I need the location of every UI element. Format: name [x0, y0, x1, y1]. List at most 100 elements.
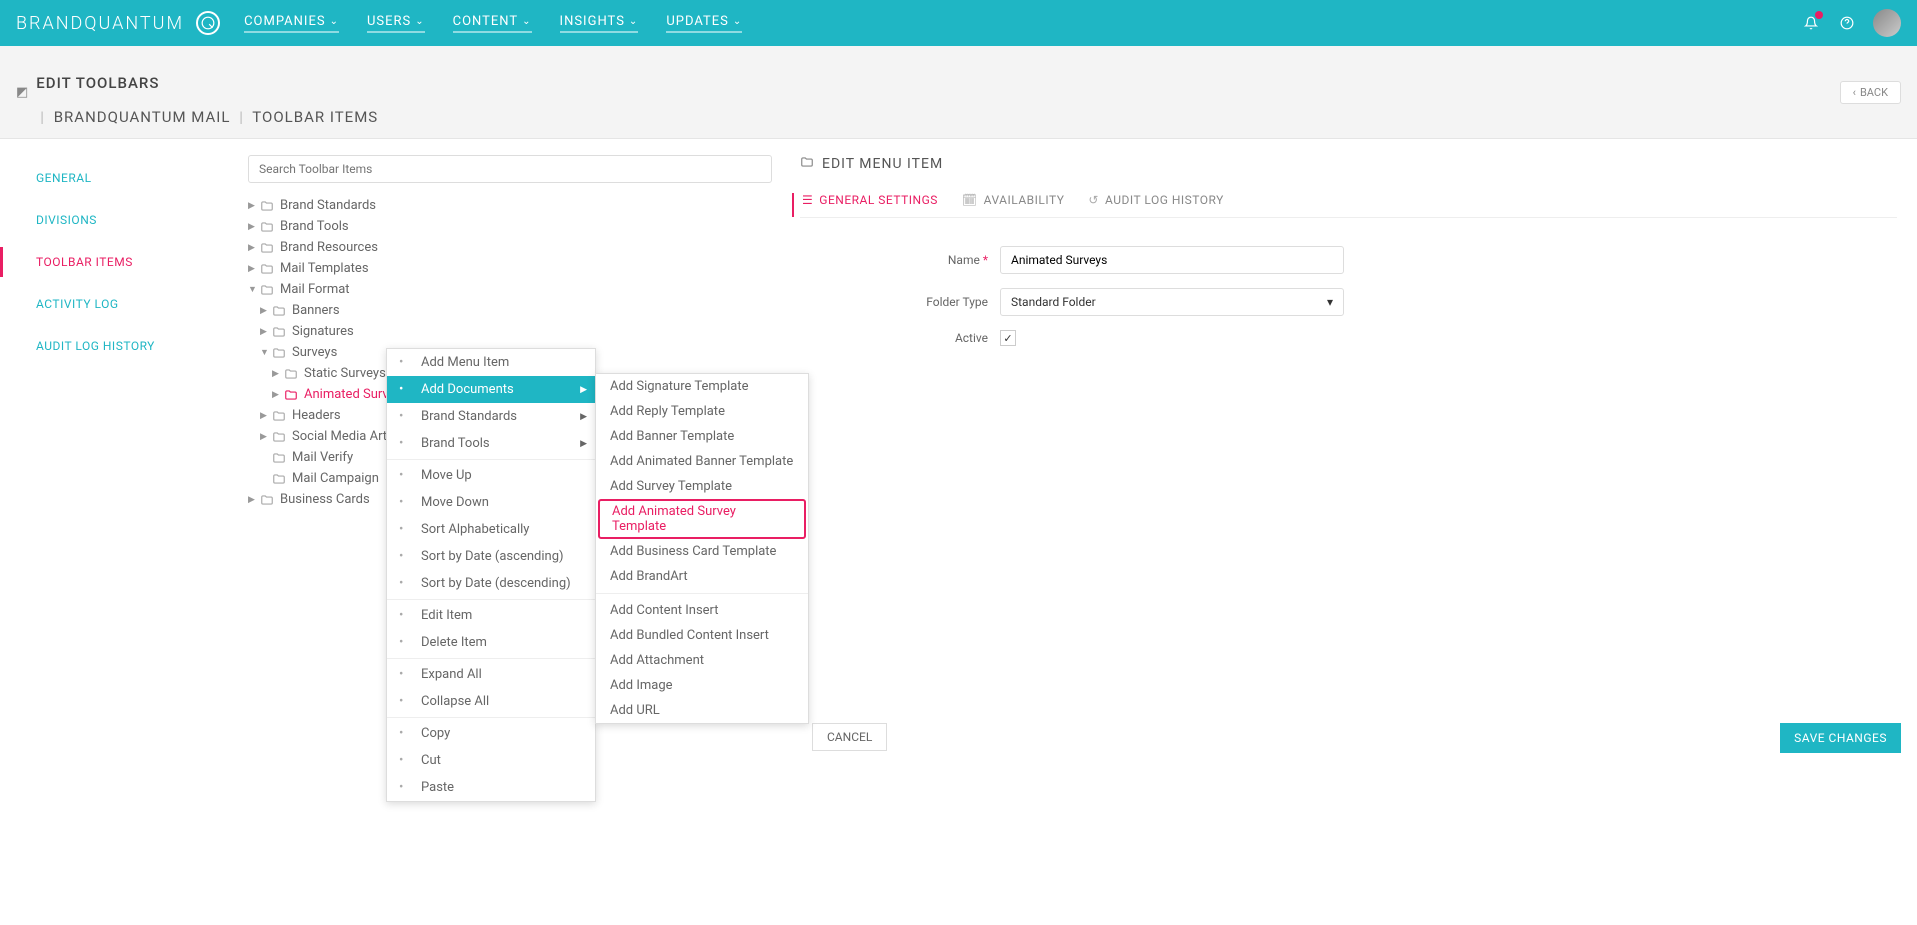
sort-icon: • — [399, 576, 413, 591]
context-menu-item[interactable]: •Collapse All — [387, 688, 595, 715]
context-menu-item[interactable]: •Paste — [387, 774, 595, 801]
avatar[interactable] — [1873, 9, 1901, 37]
tree-item[interactable]: ▶Banners — [248, 300, 772, 321]
chevron-down-icon: ⌄ — [415, 16, 424, 27]
submenu-item[interactable]: Add Image — [596, 673, 808, 698]
context-menu-item[interactable]: •Delete Item — [387, 629, 595, 656]
sort-icon: • — [399, 549, 413, 564]
tree-label: Mail Templates — [280, 261, 369, 276]
tabs: ☰GENERAL SETTINGS 🗓AVAILABILITY ↺AUDIT L… — [800, 193, 1897, 218]
help-icon[interactable] — [1837, 13, 1857, 33]
topnav-right — [1801, 9, 1901, 37]
tab-audit-log[interactable]: ↺AUDIT LOG HISTORY — [1088, 193, 1223, 217]
sidebar-audit-log[interactable]: AUDIT LOG HISTORY — [0, 331, 240, 361]
nav-updates[interactable]: UPDATES⌄ — [666, 14, 742, 33]
submenu-item[interactable]: Add Animated Survey Template — [598, 499, 806, 539]
tab-availability[interactable]: 🗓AVAILABILITY — [962, 193, 1065, 217]
calendar-icon: 🗓 — [962, 193, 978, 207]
context-menu-item[interactable]: •Add Menu Item — [387, 349, 595, 376]
folder-icon — [260, 241, 274, 255]
submenu-item[interactable]: Add Content Insert — [596, 598, 808, 623]
collapse-icon: • — [399, 694, 413, 709]
tree-item[interactable]: ▼Mail Format — [248, 279, 772, 300]
tree-label: Banners — [292, 303, 340, 318]
submenu-item[interactable]: Add URL — [596, 698, 808, 723]
sidebar-divisions[interactable]: DIVISIONS — [0, 205, 240, 235]
menu-icon: • — [399, 355, 413, 370]
context-menu-item[interactable]: •Move Up — [387, 462, 595, 489]
folder-icon — [260, 220, 274, 234]
name-label: Name * — [800, 253, 1000, 267]
context-menu-item[interactable]: •Brand Standards▶ — [387, 403, 595, 430]
search-input[interactable] — [248, 155, 772, 183]
submenu-item[interactable]: Add Animated Banner Template — [596, 449, 808, 474]
tree-item[interactable]: ▶Brand Tools — [248, 216, 772, 237]
tree-item[interactable]: ▶Signatures — [248, 321, 772, 342]
name-input[interactable] — [1000, 246, 1344, 274]
nav-companies[interactable]: COMPANIES⌄ — [244, 14, 339, 33]
form-row-active: Active ✓ — [800, 330, 1897, 346]
breadcrumb: EDIT TOOLBARS | BRANDQUANTUM MAIL | TOOL… — [36, 58, 378, 126]
context-menu-item[interactable]: •Edit Item — [387, 602, 595, 629]
context-menu-item[interactable]: •Expand All — [387, 661, 595, 688]
tree-label: Mail Verify — [292, 450, 353, 465]
caret-icon: ▶ — [248, 495, 260, 505]
folder-icon — [284, 367, 298, 381]
tree-label: Headers — [292, 408, 341, 423]
caret-icon: ▼ — [248, 284, 260, 295]
chevron-right-icon: ▶ — [580, 412, 587, 422]
chevron-down-icon: ▾ — [1327, 295, 1333, 309]
caret-icon: ▶ — [260, 411, 272, 421]
nav-users[interactable]: USERS⌄ — [367, 14, 425, 33]
submenu-item[interactable]: Add Bundled Content Insert — [596, 623, 808, 648]
notifications-icon[interactable] — [1801, 13, 1821, 33]
settings-icon: ☰ — [802, 193, 813, 207]
submenu-item[interactable]: Add Business Card Template — [596, 539, 808, 564]
tree-item[interactable]: ▶Brand Resources — [248, 237, 772, 258]
back-button[interactable]: ‹BACK — [1840, 81, 1901, 104]
context-menu-item[interactable]: •Sort by Date (ascending) — [387, 543, 595, 570]
save-button[interactable]: SAVE CHANGES — [1780, 723, 1901, 753]
folder-type-select[interactable]: Standard Folder▾ — [1000, 288, 1344, 316]
folder-icon — [272, 325, 286, 339]
tab-general-settings[interactable]: ☰GENERAL SETTINGS — [792, 193, 938, 217]
submenu-item[interactable]: Add Reply Template — [596, 399, 808, 424]
sidebar-general[interactable]: GENERAL — [0, 163, 240, 193]
up-icon: • — [399, 468, 413, 483]
submenu-item[interactable]: Add Banner Template — [596, 424, 808, 449]
form-row-folder: Folder Type Standard Folder▾ — [800, 288, 1897, 316]
tree-item[interactable]: ▶Brand Standards — [248, 195, 772, 216]
sidebar-toolbar-items[interactable]: TOOLBAR ITEMS — [0, 247, 240, 277]
submenu-item[interactable]: Add Signature Template — [596, 374, 808, 399]
nav-content[interactable]: CONTENT⌄ — [453, 14, 532, 33]
folder-icon — [284, 388, 298, 402]
sidebar-activity-log[interactable]: ACTIVITY LOG — [0, 289, 240, 319]
context-menu-item[interactable]: •Copy — [387, 720, 595, 747]
list-icon: • — [399, 409, 413, 424]
context-menu-item[interactable]: •Cut — [387, 747, 595, 774]
context-menu-item[interactable]: •Move Down — [387, 489, 595, 516]
chevron-down-icon: ⌄ — [522, 16, 531, 27]
submenu-item[interactable]: Add Survey Template — [596, 474, 808, 499]
main: GENERAL DIVISIONS TOOLBAR ITEMS ACTIVITY… — [0, 139, 1917, 526]
submenu-item[interactable]: Add BrandArt — [596, 564, 808, 589]
context-menu-item[interactable]: •Brand Tools▶ — [387, 430, 595, 457]
nav-insights[interactable]: INSIGHTS⌄ — [560, 14, 639, 33]
folder-icon — [260, 262, 274, 276]
caret-icon: ▶ — [260, 432, 272, 442]
caret-icon: ▶ — [248, 222, 260, 232]
caret-icon: ▶ — [260, 327, 272, 337]
folder-icon — [800, 155, 814, 173]
submenu-item[interactable]: Add Attachment — [596, 648, 808, 673]
brand-logo — [196, 11, 220, 35]
context-menu-item[interactable]: •Sort by Date (descending) — [387, 570, 595, 597]
folder-icon — [260, 199, 274, 213]
cancel-button[interactable]: CANCEL — [812, 723, 887, 751]
sidebar: GENERAL DIVISIONS TOOLBAR ITEMS ACTIVITY… — [0, 155, 240, 510]
context-menu-item[interactable]: •Add Documents▶ — [387, 376, 595, 403]
sort-icon: • — [399, 522, 413, 537]
tree-item[interactable]: ▶Mail Templates — [248, 258, 772, 279]
pencil-icon: • — [399, 608, 413, 623]
context-menu-item[interactable]: •Sort Alphabetically — [387, 516, 595, 543]
active-checkbox[interactable]: ✓ — [1000, 330, 1016, 346]
